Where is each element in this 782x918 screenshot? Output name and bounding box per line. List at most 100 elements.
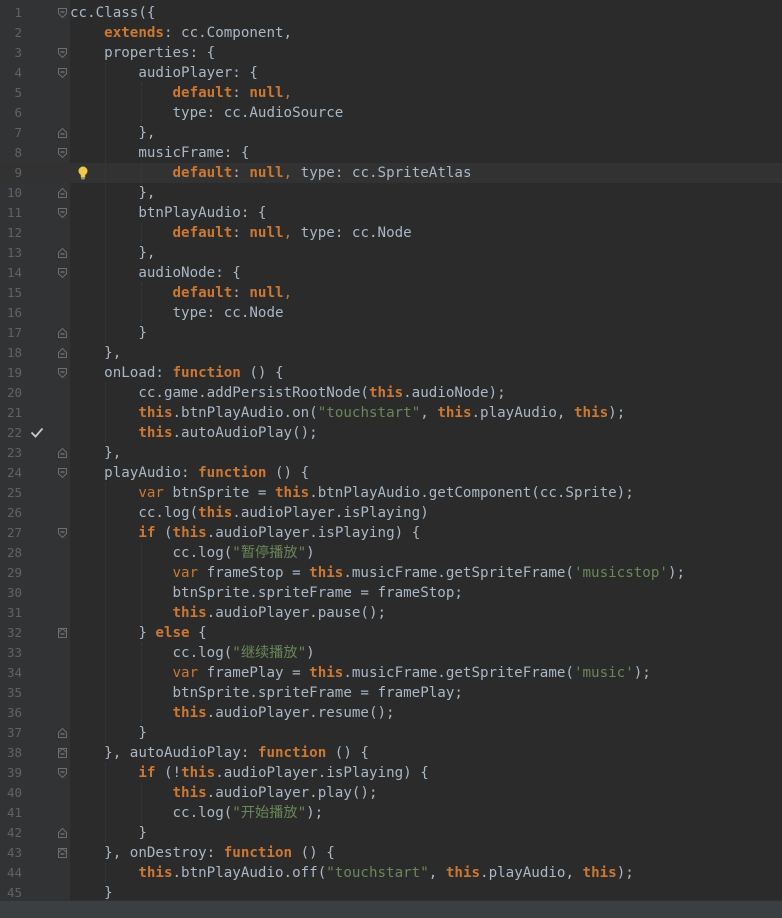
code-token: default — [172, 85, 233, 101]
code-line[interactable]: 42 } — [0, 823, 782, 843]
code-token: : — [232, 165, 250, 181]
fold-close-icon[interactable] — [58, 328, 67, 338]
code-token: 'music' — [573, 665, 634, 681]
code-line[interactable]: 40 this.audioPlayer.play(); — [0, 783, 782, 803]
fold-close-icon[interactable] — [58, 748, 67, 758]
code-editor[interactable]: 1 cc.Class({2 extends: cc.Component, 3 pro… — [0, 0, 782, 918]
code-token: this — [309, 665, 344, 681]
code-line[interactable]: 14 audioNode: { — [0, 263, 782, 283]
line-code: } — [70, 323, 147, 343]
code-line[interactable]: 25 var btnSprite = this.btnPlayAudio.get… — [0, 483, 782, 503]
code-line[interactable]: 16 type: cc.Node — [0, 303, 782, 323]
code-token: 'musicstop' — [573, 565, 668, 581]
status-bar — [0, 900, 782, 918]
fold-open-icon[interactable] — [58, 268, 67, 278]
code-token: }, — [70, 185, 156, 201]
code-line[interactable]: 34 var framePlay = this.musicFrame.getSp… — [0, 663, 782, 683]
line-number: 10 — [6, 185, 22, 200]
line-number: 44 — [6, 865, 22, 880]
code-line[interactable]: 33 cc.log("继续播放") — [0, 643, 782, 663]
code-token: btnSprite.spriteFrame = framePlay; — [70, 685, 463, 701]
fold-open-icon[interactable] — [58, 48, 67, 58]
code-line[interactable]: 31 this.audioPlayer.pause(); — [0, 603, 782, 623]
fold-close-icon[interactable] — [58, 628, 67, 638]
code-line[interactable]: 13 }, — [0, 243, 782, 263]
line-code: default: null, type: cc.SpriteAtlas — [70, 163, 472, 183]
code-token: null — [249, 165, 284, 181]
fold-close-icon[interactable] — [58, 348, 67, 358]
code-line[interactable]: 32 } else { — [0, 623, 782, 643]
code-line[interactable]: 27 if (this.audioPlayer.isPlaying) { — [0, 523, 782, 543]
line-code: this.audioPlayer.resume(); — [70, 703, 395, 723]
code-line[interactable]: 35 btnSprite.spriteFrame = framePlay; — [0, 683, 782, 703]
line-code: this.autoAudioPlay(); — [70, 423, 317, 443]
code-line[interactable]: 28 cc.log("暂停播放") — [0, 543, 782, 563]
code-line[interactable]: 26 cc.log(this.audioPlayer.isPlaying) — [0, 503, 782, 523]
fold-open-icon[interactable] — [58, 528, 67, 538]
indent-guide — [141, 643, 142, 723]
code-line[interactable]: 30 btnSprite.spriteFrame = frameStop; — [0, 583, 782, 603]
code-line[interactable]: 36 this.audioPlayer.resume(); — [0, 703, 782, 723]
checkmark-icon[interactable] — [30, 427, 44, 443]
code-line[interactable]: 18 }, — [0, 343, 782, 363]
code-line[interactable]: 38 }, autoAudioPlay: function () { — [0, 743, 782, 763]
code-line[interactable]: 2 extends: cc.Component, — [0, 23, 782, 43]
code-token: playAudio: — [70, 465, 199, 481]
code-line[interactable]: 23 }, — [0, 443, 782, 463]
code-line[interactable]: 43 }, onDestroy: function () { — [0, 843, 782, 863]
code-line[interactable]: 39 if (!this.audioPlayer.isPlaying) { — [0, 763, 782, 783]
code-line[interactable]: 5 default: null, — [0, 83, 782, 103]
fold-open-icon[interactable] — [58, 68, 67, 78]
code-line[interactable]: 8 musicFrame: { — [0, 143, 782, 163]
code-token: cc.log( — [70, 545, 233, 561]
line-code: type: cc.AudioSource — [70, 103, 343, 123]
code-line[interactable]: 19 onLoad: function () { — [0, 363, 782, 383]
code-token: default — [172, 285, 233, 301]
code-line[interactable]: 9 default: null, type: cc.SpriteAtlas — [0, 163, 782, 183]
fold-close-icon[interactable] — [58, 188, 67, 198]
code-line[interactable]: 4 audioPlayer: { — [0, 63, 782, 83]
fold-open-icon[interactable] — [58, 8, 67, 18]
fold-close-icon[interactable] — [58, 128, 67, 138]
line-code: cc.log("继续播放") — [70, 643, 314, 663]
code-line[interactable]: 12 default: null, type: cc.Node — [0, 223, 782, 243]
fold-close-icon[interactable] — [58, 448, 67, 458]
code-token: this — [368, 385, 404, 401]
fold-close-icon[interactable] — [58, 848, 67, 858]
lightbulb-icon[interactable] — [77, 166, 89, 184]
code-line[interactable]: 21 this.btnPlayAudio.on("touchstart", th… — [0, 403, 782, 423]
code-line[interactable]: 29 var frameStop = this.musicFrame.getSp… — [0, 563, 782, 583]
line-number: 4 — [14, 65, 22, 80]
code-line[interactable]: 7 }, — [0, 123, 782, 143]
fold-close-icon[interactable] — [58, 728, 67, 738]
code-line[interactable]: 24 playAudio: function () { — [0, 463, 782, 483]
fold-open-icon[interactable] — [58, 148, 67, 158]
fold-close-icon[interactable] — [58, 248, 67, 258]
code-line[interactable]: 3 properties: { — [0, 43, 782, 63]
code-line[interactable]: 41 cc.log("开始播放"); — [0, 803, 782, 823]
line-number: 25 — [6, 485, 22, 500]
line-number: 27 — [6, 525, 22, 540]
fold-close-icon[interactable] — [58, 828, 67, 838]
code-line[interactable]: 37 } — [0, 723, 782, 743]
fold-open-icon[interactable] — [58, 468, 67, 478]
code-line[interactable]: 22 this.autoAudioPlay(); — [0, 423, 782, 443]
code-line[interactable]: 11 btnPlayAudio: { — [0, 203, 782, 223]
code-line[interactable]: 15 default: null, — [0, 283, 782, 303]
code-line[interactable]: 6 type: cc.AudioSource — [0, 103, 782, 123]
code-token: }, autoAudioPlay: — [70, 745, 258, 761]
line-number: 23 — [6, 445, 22, 460]
fold-open-icon[interactable] — [58, 368, 67, 378]
code-line[interactable]: 20 cc.game.addPersistRootNode(this.audio… — [0, 383, 782, 403]
fold-open-icon[interactable] — [58, 208, 67, 218]
line-code: this.btnPlayAudio.on("touchstart", this.… — [70, 403, 625, 423]
indent-guide — [141, 783, 142, 823]
fold-open-icon[interactable] — [58, 768, 67, 778]
code-line[interactable]: 17 } — [0, 323, 782, 343]
code-line[interactable]: 10 }, — [0, 183, 782, 203]
code-line[interactable]: 44 this.btnPlayAudio.off("touchstart", t… — [0, 863, 782, 883]
code-token: .audioPlayer.isPlaying) { — [206, 525, 421, 541]
line-code: cc.Class({ — [70, 3, 155, 23]
code-line[interactable]: 1 cc.Class({ — [0, 3, 782, 23]
